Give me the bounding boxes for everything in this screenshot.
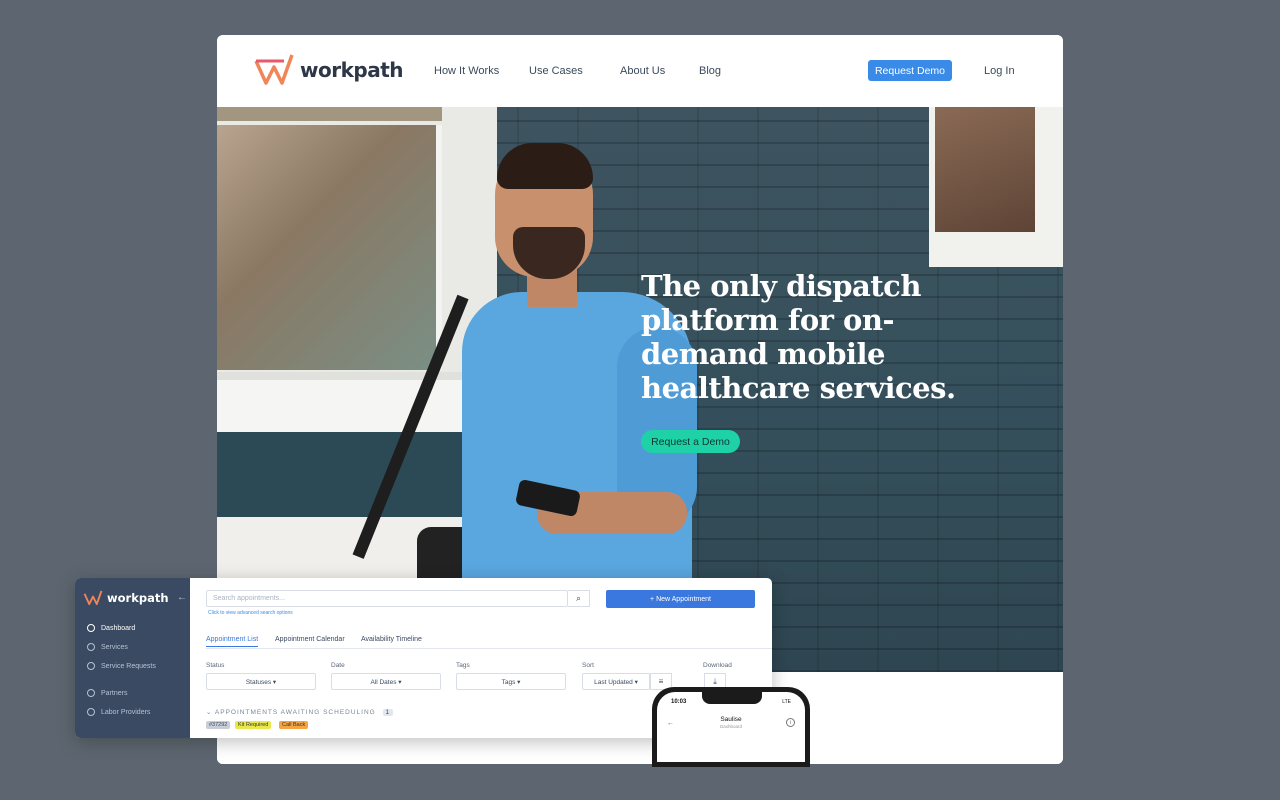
- requests-icon: [87, 662, 95, 670]
- login-link[interactable]: Log In: [984, 65, 1015, 77]
- tags-filter-select[interactable]: Tags ▾: [456, 673, 566, 690]
- tags-filter-label: Tags: [456, 662, 470, 669]
- partners-icon: [87, 689, 95, 697]
- dashboard-icon: [87, 624, 95, 632]
- call-back-tag: Call Back: [279, 721, 309, 729]
- sidebar-item-dashboard[interactable]: Dashboard: [87, 624, 135, 632]
- workpath-logo-icon: [254, 54, 294, 85]
- sidebar-item-labor-providers[interactable]: Labor Providers: [87, 708, 150, 716]
- section-title: APPOINTMENTS AWAITING SCHEDULING: [214, 709, 376, 716]
- phone-notch: [702, 692, 762, 704]
- dashboard-brand-name: workpath: [107, 591, 169, 605]
- sort-label: Sort: [582, 662, 594, 669]
- nav-blog[interactable]: Blog: [699, 65, 721, 77]
- providers-icon: [87, 708, 95, 716]
- sidebar-item-label: Partners: [101, 689, 128, 697]
- appointment-id-tag[interactable]: #37292: [206, 721, 231, 729]
- chevron-down-icon: ⌄: [206, 709, 215, 716]
- tab-divider: [206, 648, 772, 649]
- section-count-badge: 1: [382, 709, 394, 716]
- hero-photo-window-right: [929, 107, 1063, 267]
- tab-availability-timeline[interactable]: Availability Timeline: [361, 636, 422, 643]
- date-filter-select[interactable]: All Dates ▾: [331, 673, 441, 690]
- awaiting-scheduling-header[interactable]: ⌄ APPOINTMENTS AWAITING SCHEDULING 1: [206, 708, 394, 716]
- sidebar-item-services[interactable]: Services: [87, 643, 128, 651]
- info-icon[interactable]: i: [786, 718, 795, 727]
- sort-select[interactable]: Last Updated ▾: [582, 673, 650, 690]
- brand-logo[interactable]: workpath: [254, 53, 404, 87]
- nav-about-us[interactable]: About Us: [620, 65, 665, 77]
- dashboard-sidebar: workpath ← Dashboard Services Service Re…: [75, 578, 190, 738]
- date-filter-label: Date: [331, 662, 345, 669]
- advanced-search-link[interactable]: Click to view advanced search options: [208, 610, 293, 616]
- phone-subtitle: Dashboard: [719, 724, 742, 729]
- services-icon: [87, 643, 95, 651]
- status-filter-select[interactable]: Statuses ▾: [206, 673, 316, 690]
- status-filter-label: Status: [206, 662, 225, 669]
- tab-appointment-list[interactable]: Appointment List: [206, 636, 259, 647]
- collapse-arrow-icon[interactable]: ←: [177, 592, 187, 603]
- nav-how-it-works[interactable]: How It Works: [434, 65, 499, 77]
- download-label: Download: [703, 662, 732, 669]
- sidebar-item-partners[interactable]: Partners: [87, 689, 127, 697]
- hero-headline: The only dispatch platform for on-demand…: [641, 269, 956, 405]
- site-header: workpath How It Works Use Cases About Us…: [217, 35, 1063, 107]
- phone-title: Saulise: [720, 716, 742, 723]
- appointment-search-input[interactable]: Search appointments...: [206, 590, 568, 607]
- dashboard-logo: workpath: [83, 590, 169, 606]
- sidebar-item-label: Labor Providers: [101, 708, 151, 716]
- tab-appointment-calendar[interactable]: Appointment Calendar: [275, 636, 345, 643]
- sidebar-item-label: Services: [101, 643, 128, 651]
- nav-use-cases[interactable]: Use Cases: [529, 65, 583, 77]
- kit-required-tag: Kit Required: [235, 721, 272, 729]
- new-appointment-button[interactable]: + New Appointment: [606, 590, 755, 608]
- hero-request-demo-button[interactable]: Request a Demo: [641, 430, 740, 453]
- sidebar-item-label: Service Requests: [101, 662, 156, 670]
- phone-time: 10:03: [671, 699, 687, 705]
- request-demo-button[interactable]: Request Demo: [868, 60, 952, 81]
- phone-screen: 10:03 LTE ← Saulise Dashboard i: [657, 692, 805, 762]
- brand-name: workpath: [300, 58, 404, 82]
- workpath-logo-icon: [83, 590, 103, 606]
- sidebar-item-label: Dashboard: [101, 624, 136, 632]
- phone-mockup: 10:03 LTE ← Saulise Dashboard i: [652, 687, 810, 767]
- search-icon[interactable]: ⌕: [568, 590, 590, 607]
- sidebar-item-service-requests[interactable]: Service Requests: [87, 662, 156, 670]
- phone-status: LTE: [782, 699, 791, 705]
